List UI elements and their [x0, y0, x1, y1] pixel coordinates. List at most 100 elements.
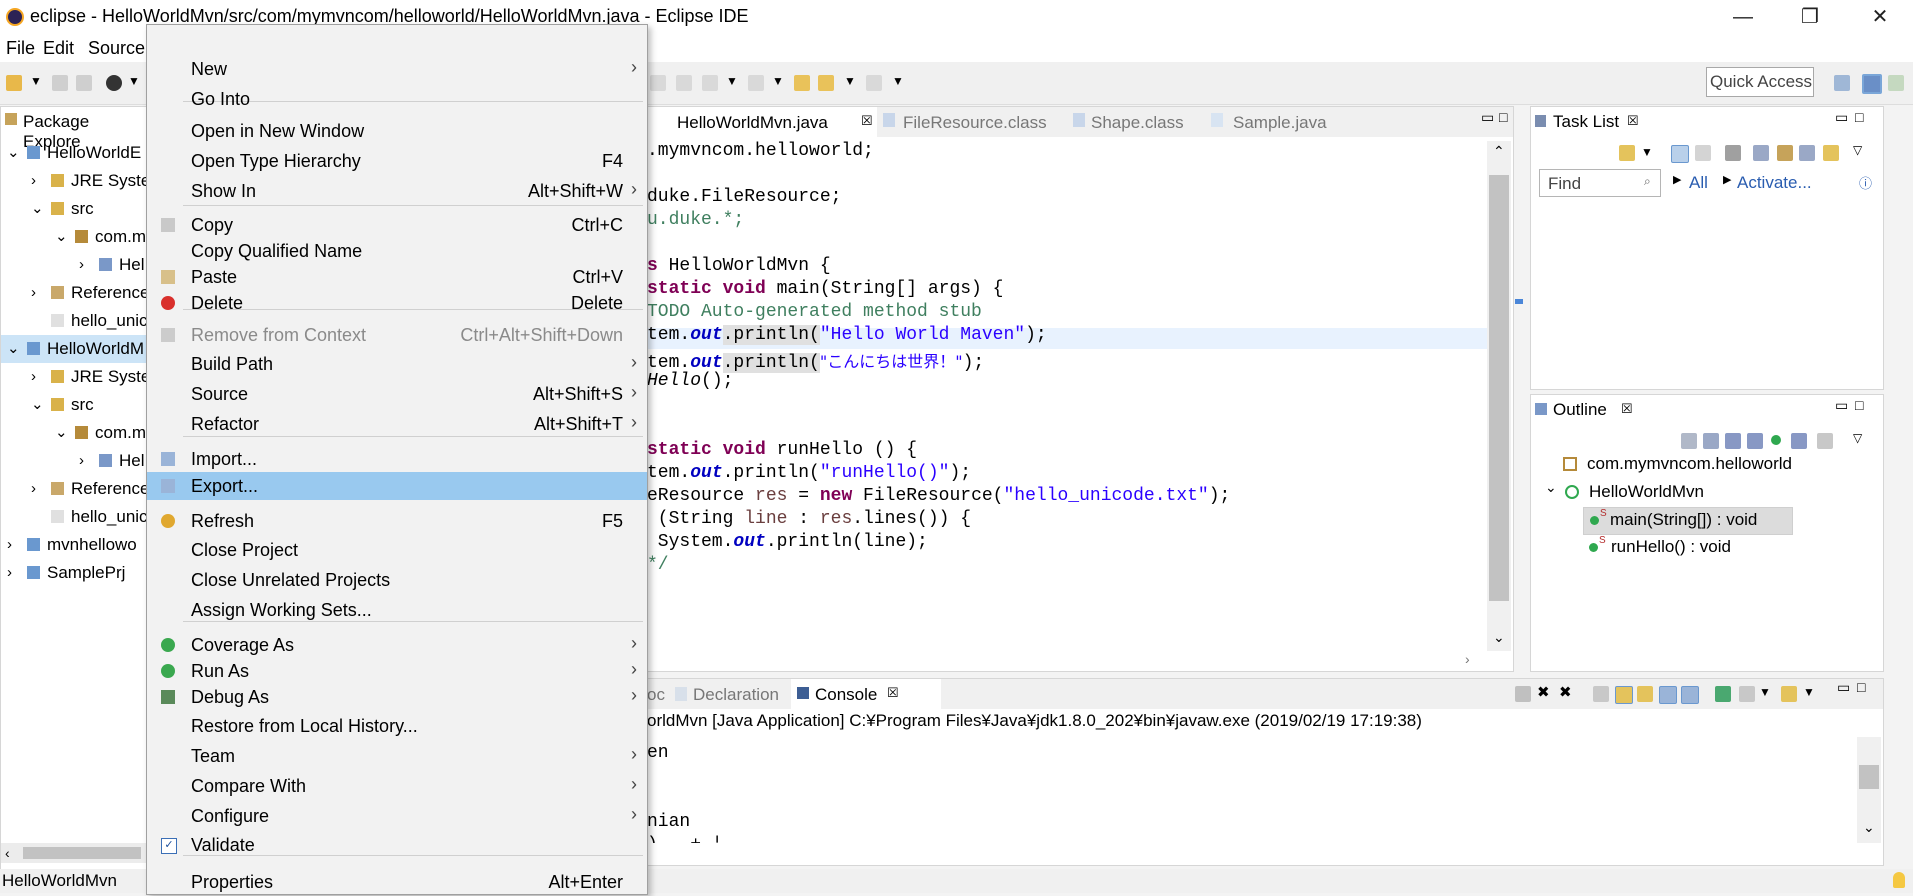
- pilcrow-icon[interactable]: [676, 75, 692, 91]
- debug-perspective-icon[interactable]: [106, 75, 122, 91]
- tree-item[interactable]: hello_unic: [1, 503, 148, 531]
- tree-item[interactable]: ⌄ src: [1, 391, 147, 419]
- scroll-lock-icon[interactable]: [1615, 686, 1633, 704]
- outline-item-main-selected[interactable]: S main(String[]) : void: [1583, 507, 1793, 535]
- outline-item-class[interactable]: HelloWorldMvn: [1589, 478, 1704, 506]
- last-edit-icon[interactable]: [794, 75, 810, 91]
- scheduled-icon[interactable]: [1695, 145, 1711, 161]
- hide-static-icon[interactable]: [1747, 433, 1763, 449]
- code-area[interactable]: .mymvncom.helloworld; duke.FileResource;…: [647, 141, 1487, 661]
- all-link[interactable]: All: [1689, 173, 1708, 193]
- remove-all-icon[interactable]: ✖: [1559, 683, 1572, 701]
- remove-launch-icon[interactable]: ✖: [1537, 683, 1550, 701]
- categorized-icon[interactable]: [1671, 145, 1689, 163]
- tree-item[interactable]: ⌄ com.m: [1, 419, 147, 447]
- sort-icon[interactable]: [1703, 433, 1719, 449]
- pilcrow-icon[interactable]: [650, 75, 666, 91]
- chevron-down-icon[interactable]: ⌄: [1545, 479, 1557, 496]
- scrollbar-thumb[interactable]: [1489, 175, 1509, 601]
- tree-item[interactable]: › JRE Syste: [1, 363, 150, 391]
- minimize-view-icon[interactable]: ▭: [1835, 109, 1848, 126]
- menu-item-copy[interactable]: Copy Ctrl+C: [147, 211, 647, 239]
- back-icon[interactable]: [818, 75, 834, 91]
- menu-item-run-as[interactable]: Run As ›: [147, 657, 647, 685]
- menu-item-show-in[interactable]: Show In Alt+Shift+W ›: [147, 177, 647, 205]
- scroll-left-icon[interactable]: ‹: [5, 845, 10, 861]
- display-console-icon[interactable]: [1739, 686, 1755, 702]
- maximize-button[interactable]: ❐: [1780, 0, 1840, 34]
- menu-item-refresh[interactable]: Refresh F5: [147, 507, 647, 535]
- console-scrollbar[interactable]: ⌄: [1857, 737, 1881, 843]
- menu-item-export[interactable]: Export...: [147, 472, 647, 500]
- tree-item[interactable]: › Hel: [1, 251, 147, 279]
- close-tab-icon[interactable]: ☒: [887, 685, 899, 701]
- menu-item-refactor[interactable]: Refactor Alt+Shift+T ›: [147, 410, 647, 438]
- open-console-icon[interactable]: [1781, 686, 1797, 702]
- hide-fields-icon[interactable]: [1725, 433, 1741, 449]
- hide-local-types-icon[interactable]: [1791, 433, 1807, 449]
- chevron-right-icon[interactable]: ›: [7, 559, 12, 587]
- close-tab-icon[interactable]: ☒: [861, 113, 873, 129]
- help-icon[interactable]: ⓘ: [1859, 173, 1872, 192]
- tree-item[interactable]: › mvnhellowo: [1, 531, 147, 559]
- chevron-down-icon[interactable]: ▼: [1759, 685, 1771, 699]
- menu-item-delete[interactable]: Delete Delete: [147, 289, 647, 317]
- scroll-down-icon[interactable]: ⌄: [1863, 819, 1875, 836]
- new-wizard-icon[interactable]: [6, 75, 22, 91]
- menu-item-coverage-as[interactable]: Coverage As ›: [147, 631, 647, 659]
- tab-hellowor ldmvn-java[interactable]: HelloWorldMvn.java ☒: [647, 107, 877, 137]
- close-tab-icon[interactable]: ☒: [1621, 401, 1633, 417]
- menu-item-open-in-new-window[interactable]: Open in New Window: [147, 117, 647, 145]
- menu-item-import[interactable]: Import...: [147, 445, 647, 473]
- console-output[interactable]: en nian ) ..+ ¦: [647, 737, 1857, 843]
- maximize-view-icon[interactable]: □: [1855, 109, 1863, 125]
- open-perspective-icon[interactable]: [1834, 75, 1850, 91]
- task-list-tab[interactable]: Task List: [1553, 112, 1619, 132]
- menu-item-source[interactable]: Source Alt+Shift+S ›: [147, 380, 647, 408]
- chevron-down-icon[interactable]: ⌄: [55, 419, 68, 447]
- next-annotation-icon[interactable]: [702, 75, 718, 91]
- chevron-right-icon[interactable]: ›: [31, 363, 36, 391]
- tree-item[interactable]: › SamplePrj: [1, 559, 147, 587]
- chevron-down-icon[interactable]: ▼: [844, 74, 856, 88]
- menu-source[interactable]: Source: [88, 38, 145, 59]
- maximize-view-icon[interactable]: □: [1857, 679, 1865, 695]
- vertical-scrollbar[interactable]: ⌃ ⌄: [1487, 141, 1511, 651]
- scrollbar-thumb[interactable]: [1859, 765, 1879, 789]
- scrollbar-thumb[interactable]: [23, 847, 141, 859]
- tip-lightbulb-icon[interactable]: [1893, 872, 1905, 888]
- java-perspective-icon[interactable]: [1862, 74, 1882, 94]
- tree-item[interactable]: › Reference: [1, 475, 149, 503]
- show-stdout-icon[interactable]: [1659, 686, 1677, 704]
- scroll-down-icon[interactable]: ⌄: [1493, 629, 1505, 646]
- tree-item[interactable]: hello_unic: [1, 307, 148, 335]
- maximize-view-icon[interactable]: □: [1855, 397, 1863, 413]
- menu-file[interactable]: File: [6, 38, 35, 59]
- menu-item-open-type-hierarchy[interactable]: Open Type Hierarchy F4: [147, 147, 647, 175]
- menu-edit[interactable]: Edit: [43, 38, 74, 59]
- terminate-icon[interactable]: [1515, 686, 1531, 702]
- repository-icon[interactable]: [1823, 145, 1839, 161]
- collapse-all-icon[interactable]: [1799, 145, 1815, 161]
- chevron-right-icon[interactable]: ›: [79, 251, 84, 279]
- focus-icon[interactable]: [1725, 145, 1741, 161]
- maximize-view-icon[interactable]: □: [1499, 109, 1507, 125]
- tab-console[interactable]: Console ☒: [791, 679, 941, 709]
- close-tab-icon[interactable]: ☒: [1627, 113, 1639, 129]
- menu-item-new[interactable]: New ›: [147, 55, 647, 83]
- hide-nonpublic-icon[interactable]: [1771, 435, 1781, 445]
- tree-item[interactable]: ⌄ HelloWorldM: [1, 335, 147, 363]
- menu-item-go-into[interactable]: Go Into: [147, 85, 647, 113]
- close-button[interactable]: ✕: [1850, 0, 1910, 34]
- menu-item-build-path[interactable]: Build Path ›: [147, 350, 647, 378]
- scroll-right-icon[interactable]: ›: [1465, 651, 1470, 667]
- chevron-down-icon[interactable]: ⌄: [7, 335, 20, 363]
- menu-item-configure[interactable]: Configure ›: [147, 802, 647, 830]
- minimize-view-icon[interactable]: ▭: [1481, 109, 1494, 126]
- scroll-up-icon[interactable]: ⌃: [1493, 143, 1505, 160]
- chevron-right-icon[interactable]: ›: [31, 167, 36, 195]
- sync-icon[interactable]: [1777, 145, 1793, 161]
- tab-javadoc[interactable]: oc: [647, 685, 665, 705]
- menu-item-paste[interactable]: Paste Ctrl+V: [147, 263, 647, 291]
- chevron-down-icon[interactable]: ▼: [128, 74, 140, 88]
